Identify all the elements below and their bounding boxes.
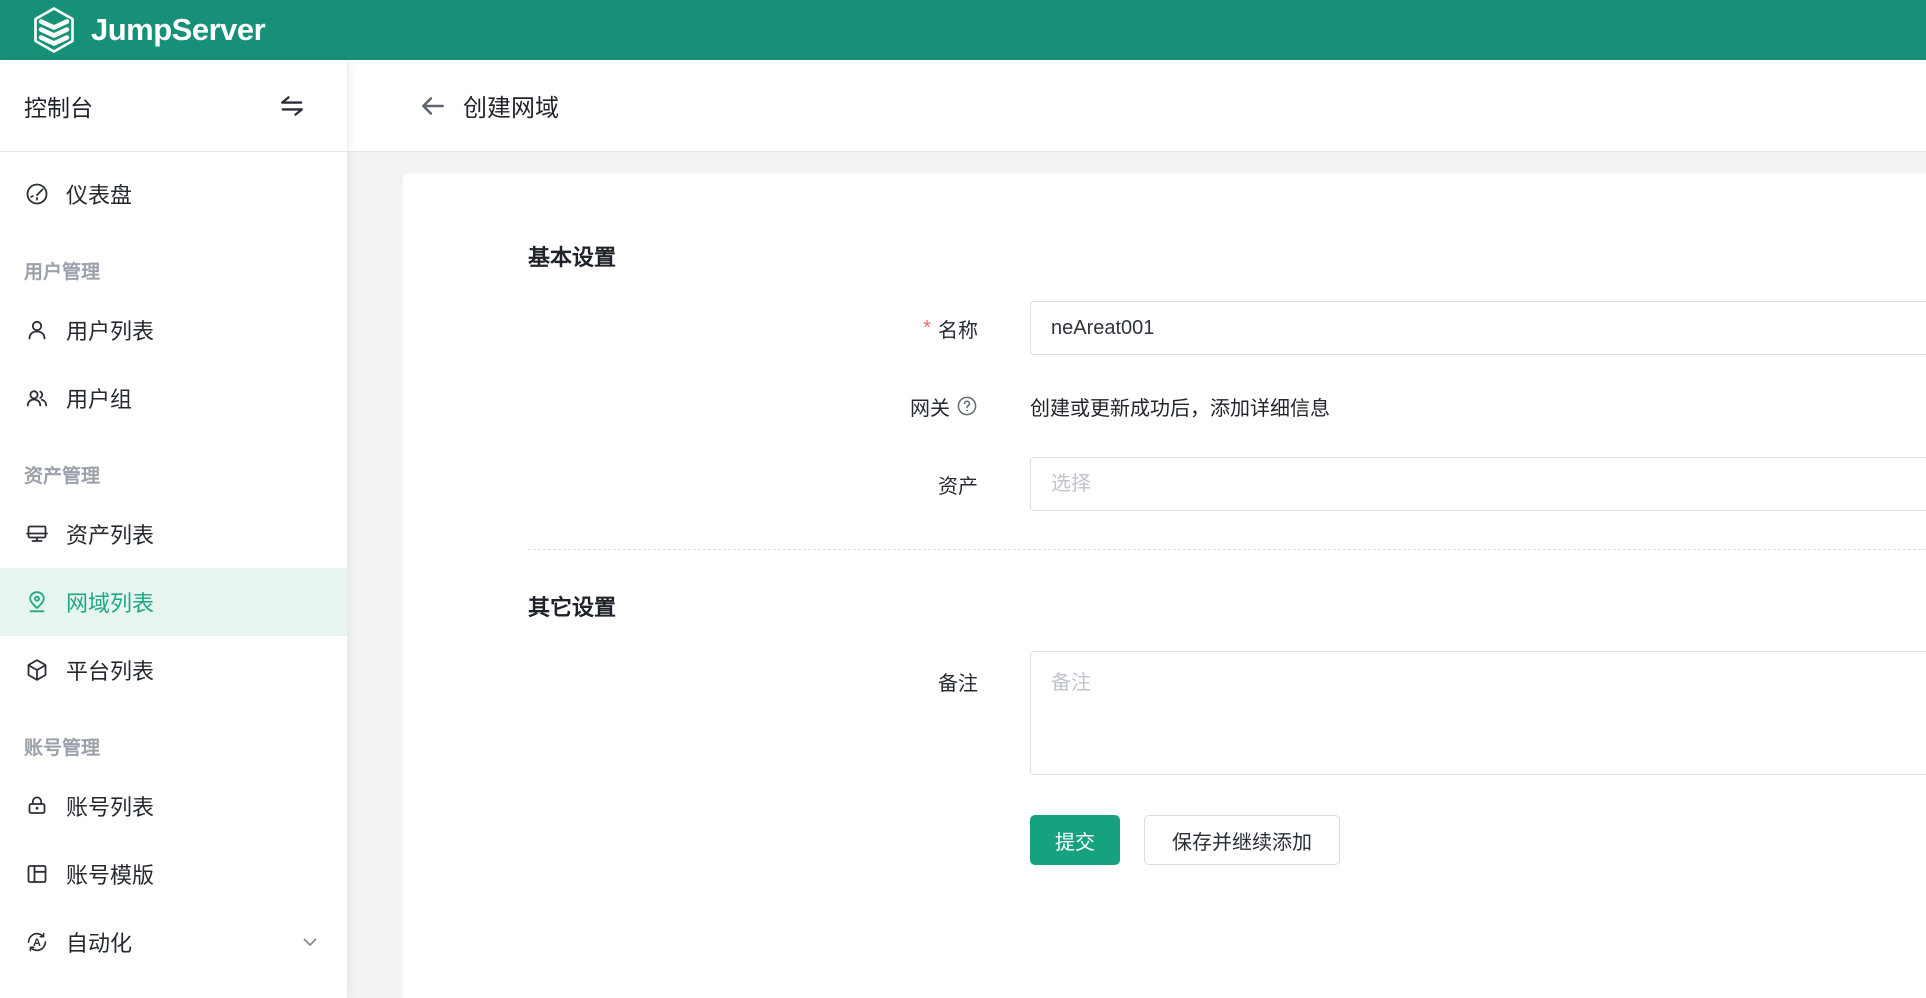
swap-arrows-icon[interactable] xyxy=(277,91,307,121)
jumpserver-hexagon-logo-icon xyxy=(30,6,78,54)
sidebar-section-accounts: 账号管理 xyxy=(0,704,347,772)
submit-button[interactable]: 提交 xyxy=(1030,815,1120,865)
comment-textarea[interactable] xyxy=(1030,651,1926,775)
gauge-icon xyxy=(24,181,50,207)
sidebar-item-user-list[interactable]: 用户列表 xyxy=(0,296,347,364)
sidebar-item-label: 平台列表 xyxy=(66,654,154,686)
name-input[interactable] xyxy=(1030,301,1926,355)
back-arrow-icon[interactable] xyxy=(418,91,448,121)
sidebar-section-users: 用户管理 xyxy=(0,228,347,296)
sidebar-item-label: 资产列表 xyxy=(66,518,154,550)
sidebar-section-assets: 资产管理 xyxy=(0,432,347,500)
sidebar-item-account-template[interactable]: 账号模版 xyxy=(0,840,347,908)
gateway-field-label: 网关 xyxy=(528,379,978,433)
sidebar-item-label: 仪表盘 xyxy=(66,178,132,210)
chevron-down-icon[interactable] xyxy=(297,929,323,955)
brand-name: JumpServer xyxy=(91,12,265,48)
sidebar-title: 控制台 xyxy=(24,89,93,123)
sidebar-item-automation[interactable]: A 自动化 xyxy=(0,908,347,976)
form-row-comment: 备注 xyxy=(528,651,1926,775)
form-row-assets: 资产 xyxy=(528,457,1926,511)
sidebar-item-user-groups[interactable]: 用户组 xyxy=(0,364,347,432)
name-field-label: * 名称 xyxy=(528,301,978,355)
sidebar: 控制台 仪表盘 用户管理 xyxy=(0,60,348,998)
main-area: 创建网域 基本设置 * 名称 网关 xyxy=(348,60,1926,998)
section-divider xyxy=(528,549,1926,550)
cube-icon xyxy=(24,657,50,683)
form-actions: 提交 保存并继续添加 xyxy=(1030,815,1926,865)
layout-template-icon xyxy=(24,861,50,887)
sidebar-header: 控制台 xyxy=(0,60,347,152)
user-icon xyxy=(24,317,50,343)
user-group-icon xyxy=(24,385,50,411)
form-row-name: * 名称 xyxy=(528,301,1926,355)
required-asterisk: * xyxy=(923,317,931,340)
create-domain-form-card: 基本设置 * 名称 网关 xyxy=(403,173,1926,998)
sidebar-item-label: 用户列表 xyxy=(66,314,154,346)
sidebar-item-account-list[interactable]: 账号列表 xyxy=(0,772,347,840)
content-area: 基本设置 * 名称 网关 xyxy=(348,152,1926,998)
lock-icon xyxy=(24,793,50,819)
sidebar-item-label: 账号模版 xyxy=(66,858,154,890)
section-heading-basic: 基本设置 xyxy=(528,240,1926,272)
sidebar-item-platform-list[interactable]: 平台列表 xyxy=(0,636,347,704)
assets-field-label: 资产 xyxy=(528,457,978,511)
page-header: 创建网域 xyxy=(348,60,1926,152)
comment-field-label: 备注 xyxy=(528,651,978,775)
form-row-gateway: 网关 创建或更新成功后，添加详细信息 xyxy=(528,379,1926,433)
question-circle-icon[interactable] xyxy=(956,395,978,417)
sidebar-item-domain-list[interactable]: 网域列表 xyxy=(0,568,347,636)
location-pin-icon xyxy=(24,589,50,615)
assets-select[interactable] xyxy=(1030,457,1926,511)
page-title: 创建网域 xyxy=(463,88,559,123)
save-and-continue-button[interactable]: 保存并继续添加 xyxy=(1144,815,1340,865)
monitor-icon xyxy=(24,521,50,547)
sidebar-item-dashboard[interactable]: 仪表盘 xyxy=(0,160,347,228)
sidebar-item-label: 用户组 xyxy=(66,382,132,414)
sidebar-item-label: 账号列表 xyxy=(66,790,154,822)
sidebar-item-label: 自动化 xyxy=(66,926,132,958)
sidebar-item-label: 网域列表 xyxy=(66,586,154,618)
svg-text:A: A xyxy=(33,937,41,949)
automation-icon: A xyxy=(24,929,50,955)
top-navbar: JumpServer xyxy=(0,0,1926,60)
section-heading-other: 其它设置 xyxy=(528,590,1926,622)
sidebar-item-asset-list[interactable]: 资产列表 xyxy=(0,500,347,568)
jumpserver-logo[interactable]: JumpServer xyxy=(30,6,265,54)
sidebar-menu: 仪表盘 用户管理 用户列表 xyxy=(0,152,347,976)
gateway-hint-text: 创建或更新成功后，添加详细信息 xyxy=(1030,392,1330,421)
